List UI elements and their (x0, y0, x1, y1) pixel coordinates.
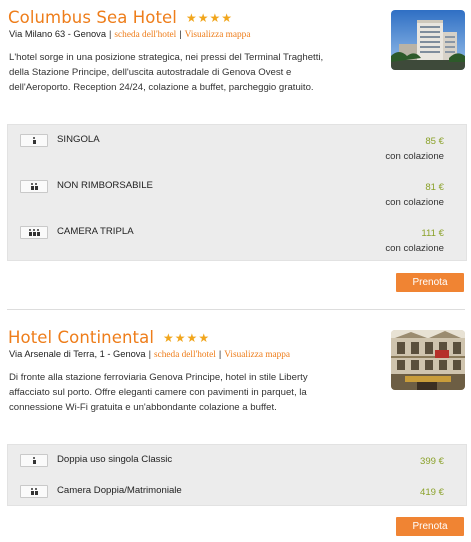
hotel-address-line: Via Milano 63 - Genova | scheda dell'hotel… (9, 29, 250, 40)
hotel-title-row: Columbus Sea Hotel ★ ★ ★ ★ (8, 8, 232, 27)
hotel-description: Di fronte alla stazione ferroviaria Geno… (9, 372, 308, 413)
room-name: Doppia uso singola Classic (57, 454, 173, 465)
separator: | (179, 29, 182, 39)
guests-1-icon (20, 134, 48, 147)
guests-1-icon (20, 454, 48, 467)
separator: | (148, 349, 152, 359)
guests-2-icon (20, 485, 48, 498)
hotel-thumbnail[interactable] (391, 330, 465, 390)
room-list: SINGOLA 85 € con colazione NON RIMBORSAB… (7, 124, 467, 261)
room-price: 85 € (425, 136, 444, 147)
guests-2-icon (20, 180, 48, 193)
guests-3-icon (20, 226, 48, 239)
room-name: Camera Doppia/Matrimoniale (57, 485, 182, 496)
map-link[interactable]: Visualizza mappa (224, 350, 290, 360)
hotel-address: Via Milano 63 - Genova (9, 29, 106, 39)
separator: | (218, 349, 222, 359)
room-price: 81 € (425, 182, 444, 193)
star-icon: ★ (209, 10, 221, 25)
room-meal-plan: con colazione (385, 151, 444, 162)
star-icon: ★ (186, 330, 198, 345)
star-icon: ★ (186, 10, 197, 25)
room-price: 399 € (419, 456, 444, 467)
star-icon: ★ (198, 330, 210, 345)
hotel-address-line: Via Arsenale di Terra, 1 - Genova | scheda… (9, 349, 290, 360)
star-rating: ★ ★ ★ ★ (163, 332, 209, 344)
star-icon: ★ (197, 10, 209, 25)
hotel-divider (7, 309, 465, 310)
room-meal-plan: con colazione (385, 197, 444, 208)
star-icon: ★ (174, 330, 186, 345)
room-list: Doppia uso singola Classic 399 € Camera … (7, 444, 467, 506)
room-name: CAMERA TRIPLA (57, 226, 134, 237)
room-meal-plan: con colazione (385, 243, 444, 254)
hotel-title-row: Hotel Continental ★ ★ ★ ★ (8, 328, 209, 347)
hotel-photo-image (391, 330, 465, 390)
hotel-description: L'hotel sorge in una posizione strategic… (9, 52, 324, 93)
book-button[interactable]: Prenota (396, 517, 464, 536)
map-link[interactable]: Visualizza mappa (185, 30, 251, 40)
star-rating: ★ ★ ★ ★ (186, 12, 232, 24)
hotel-photo-image (391, 10, 465, 70)
room-price: 111 € (421, 228, 444, 239)
book-button[interactable]: Prenota (396, 273, 464, 292)
separator: | (109, 29, 112, 39)
star-icon: ★ (163, 330, 174, 345)
hotel-details-link[interactable]: scheda dell'hotel (114, 30, 176, 40)
hotel-name-link[interactable]: Columbus Sea Hotel (8, 8, 177, 27)
room-price: 419 € (419, 487, 444, 498)
room-name: SINGOLA (57, 134, 100, 145)
hotel-address: Via Arsenale di Terra, 1 - Genova (9, 349, 146, 359)
star-icon: ★ (221, 10, 233, 25)
hotel-details-link[interactable]: scheda dell'hotel (154, 350, 216, 360)
hotel-name-link[interactable]: Hotel Continental (8, 328, 154, 347)
hotel-thumbnail[interactable] (391, 10, 465, 70)
room-name: NON RIMBORSABILE (57, 180, 153, 191)
